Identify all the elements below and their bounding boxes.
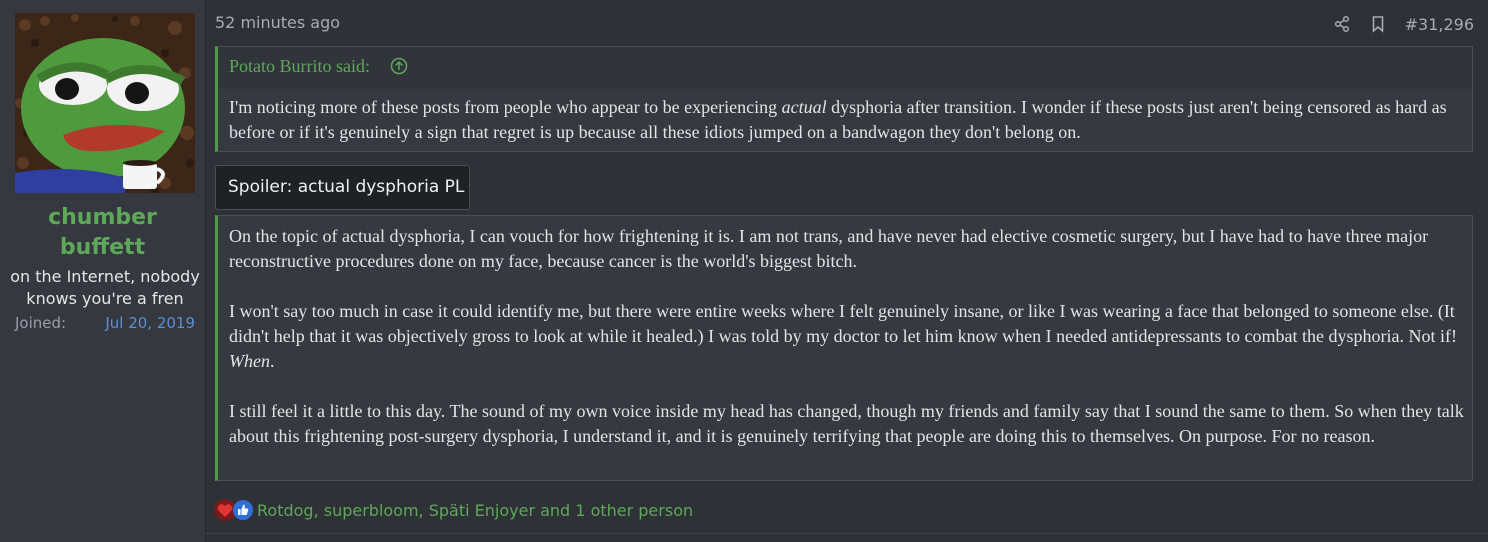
quote-block: Potato Burrito said: I'm noticing more o…: [215, 46, 1473, 152]
reactions-bar: Rotdog, superbloom, Späti Enjoyer and 1 …: [213, 498, 693, 522]
user-title: on the Internet, nobody knows you're a f…: [8, 266, 202, 310]
post-divider: [205, 533, 1488, 534]
quote-text-emphasis: actual: [781, 97, 827, 117]
paragraph-1: On the topic of actual dysphoria, I can …: [229, 226, 1429, 271]
user-sidebar: chumber buffett on the Internet, nobody …: [0, 0, 206, 542]
thumbs-up-icon: [232, 499, 254, 526]
paragraph-2-emphasis: When: [229, 351, 270, 371]
user-title-line-2: knows you're a fren: [26, 289, 184, 308]
username[interactable]: chumber buffett: [0, 203, 205, 263]
paragraph-2-b: .: [269, 351, 275, 371]
bookmark-icon[interactable]: [1369, 15, 1387, 33]
share-icon[interactable]: [1333, 15, 1351, 33]
post-body: On the topic of actual dysphoria, I can …: [229, 224, 1465, 474]
quote-author[interactable]: Potato Burrito said:: [229, 56, 370, 77]
avatar[interactable]: [15, 13, 195, 193]
paragraph-2: I won't say too much in case it could id…: [229, 299, 1465, 374]
spoiler-button[interactable]: Spoiler: actual dysphoria PL: [215, 165, 470, 210]
reaction-icons: [213, 498, 255, 522]
joined-date[interactable]: Jul 20, 2019: [105, 314, 195, 332]
reaction-users[interactable]: Rotdog, superbloom, Späti Enjoyer and 1 …: [257, 501, 693, 520]
paragraph-3: I still feel it a little to this day. Th…: [229, 401, 1464, 446]
user-title-line-1: on the Internet, nobody: [10, 267, 200, 286]
post-date[interactable]: 52 minutes ago: [215, 13, 340, 32]
username-line-2: buffett: [59, 235, 146, 260]
username-line-1: chumber: [48, 205, 157, 230]
post-number[interactable]: #31,296: [1405, 15, 1474, 34]
paragraph-2-a: I won't say too much in case it could id…: [229, 301, 1457, 346]
spoiler-content: On the topic of actual dysphoria, I can …: [215, 215, 1473, 481]
quote-text: I'm noticing more of these posts from pe…: [229, 95, 1459, 145]
quote-text-a: I'm noticing more of these posts from pe…: [229, 97, 782, 117]
post-actions: #31,296: [1333, 13, 1474, 35]
frog-avatar-image: [15, 13, 195, 193]
forum-post: chumber buffett on the Internet, nobody …: [0, 0, 1488, 542]
joined-info: Joined: Jul 20, 2019: [15, 314, 195, 336]
arrow-up-circle-icon[interactable]: [390, 57, 408, 75]
joined-label: Joined:: [15, 314, 67, 332]
